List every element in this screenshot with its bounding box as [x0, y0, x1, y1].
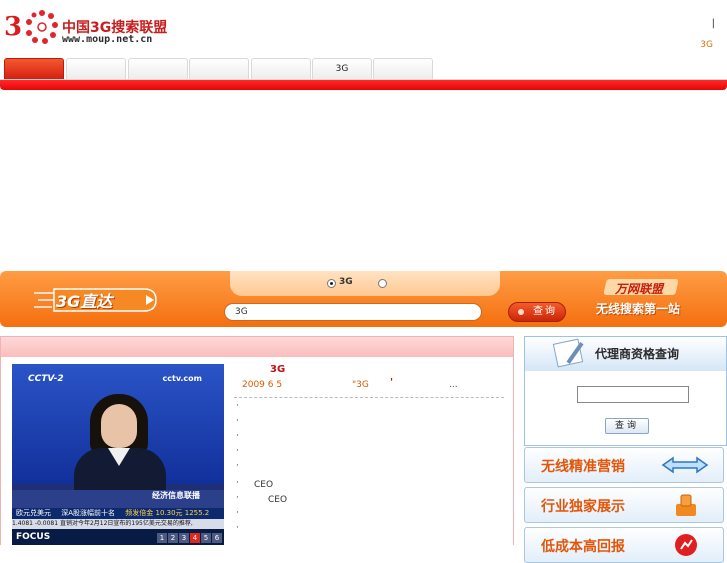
banner-label: 无线精准营销: [541, 459, 625, 475]
brand-slogan: 无线搜索第一站: [596, 302, 681, 316]
agent-query-input[interactable]: [577, 386, 689, 403]
pager-button[interactable]: 6: [212, 533, 222, 543]
pager-button[interactable]: 5: [201, 533, 211, 543]
logo-dots-icon: [26, 10, 58, 44]
banner-low-cost[interactable]: 低成本高回报: [524, 527, 724, 563]
header-3g-link[interactable]: 3G: [700, 40, 713, 50]
pager-button[interactable]: 3: [179, 533, 189, 543]
news-list-bullet: ·: [236, 461, 239, 471]
box-icon: [676, 494, 696, 516]
news-date: 2009 6 5: [242, 380, 283, 390]
news-divider: [234, 397, 504, 398]
program-caption: 经济信息联播: [152, 491, 200, 500]
news-list-bullet: ·: [236, 508, 239, 518]
news-more-link[interactable]: ...: [449, 380, 458, 390]
site-logo[interactable]: 3 中国3G搜索联盟 www.moup.net.cn: [4, 8, 174, 48]
news-list-item[interactable]: CEO: [254, 480, 273, 490]
news-ticker-bottom: 1.4081 -0.0081 直销对今年2月12日宣布的195亿美元交易的推荐,: [12, 519, 224, 529]
news-list-bullet: ·: [236, 446, 239, 456]
chart-icon: [675, 534, 697, 556]
header-separator: |: [711, 18, 715, 29]
radio-3g[interactable]: [327, 279, 336, 288]
news-summary: "3G: [352, 380, 369, 390]
ticker-item: 频发倍金 10.30元 1255.2: [125, 509, 210, 517]
search-icon: [518, 309, 524, 315]
news-list-bullet: ·: [236, 416, 239, 426]
news-ticker-top: 欧元兑美元 深A股涨幅前十名 频发倍金 10.30元 1255.2: [12, 508, 224, 519]
channel-logo: CCTV-2: [28, 374, 64, 384]
search-button[interactable]: 查询: [508, 302, 566, 322]
pager-button[interactable]: 2: [168, 533, 178, 543]
news-headline[interactable]: 3G: [270, 364, 285, 375]
photo-controls: FOCUS 123456: [12, 529, 224, 545]
nav-tab-7[interactable]: [373, 58, 433, 80]
nav-tab-2[interactable]: [66, 58, 126, 80]
nav-red-bar: [0, 80, 727, 90]
nav-tab-3g[interactable]: 3G: [312, 58, 372, 80]
agent-query-header: 代理商资格查询: [525, 337, 726, 371]
photo-pager: 123456: [156, 532, 222, 543]
news-list-bullet: ·: [236, 431, 239, 441]
banner-industry-showcase[interactable]: 行业独家展示: [524, 487, 724, 523]
direct-3g-label: 3G直达: [56, 292, 113, 311]
logo-url: www.moup.net.cn: [62, 34, 153, 45]
focus-label: FOCUS: [16, 532, 51, 542]
radio-option-2[interactable]: [378, 279, 387, 288]
direct-3g-title: 3G直达: [34, 285, 159, 315]
pager-button-current[interactable]: 4: [190, 533, 200, 543]
anchor-face: [101, 404, 137, 448]
main-nav: 3G: [0, 57, 727, 90]
news-list-bullet: ·: [236, 493, 239, 503]
site-watermark: cctv.com: [162, 374, 202, 383]
ticker-item: 欧元兑美元: [16, 509, 51, 517]
nav-tab-home[interactable]: [4, 58, 64, 80]
search-band: 3G直达 3G 查询 万网联盟 无线搜索第一站: [0, 271, 727, 327]
double-arrow-icon: [661, 456, 709, 474]
brand-label: 万网联盟: [615, 282, 664, 296]
search-input[interactable]: [224, 303, 482, 321]
banner-label: 行业独家展示: [541, 499, 625, 515]
nav-tab-5[interactable]: [251, 58, 311, 80]
news-list-bullet: ·: [236, 523, 239, 533]
banner-label: 低成本高回报: [541, 539, 625, 555]
news-summary-mark: ': [390, 377, 394, 388]
ticker-item: 深A股涨幅前十名: [61, 509, 116, 517]
search-button-label: 查询: [533, 306, 557, 317]
news-panel-header: [1, 337, 513, 357]
agent-query-title: 代理商资格查询: [595, 347, 680, 361]
search-band-tab: [230, 271, 500, 296]
agent-query-box: 代理商资格查询 查询: [524, 336, 727, 446]
nav-tab-3[interactable]: [128, 58, 188, 80]
banner-precision-marketing[interactable]: 无线精准营销: [524, 447, 724, 483]
news-list-item[interactable]: CEO: [268, 495, 287, 505]
radio-3g-label: 3G: [339, 277, 353, 287]
nav-tab-4[interactable]: [189, 58, 249, 80]
news-list-bullet: ·: [236, 478, 239, 488]
news-photo[interactable]: CCTV-2 cctv.com 经济信息联播 欧元兑美元 深A股涨幅前十名 频发…: [12, 364, 224, 545]
pager-button[interactable]: 1: [157, 533, 167, 543]
logo-numeral: 3: [4, 12, 23, 42]
agent-query-button[interactable]: 查询: [605, 418, 649, 434]
news-list-bullet: ·: [236, 401, 239, 411]
